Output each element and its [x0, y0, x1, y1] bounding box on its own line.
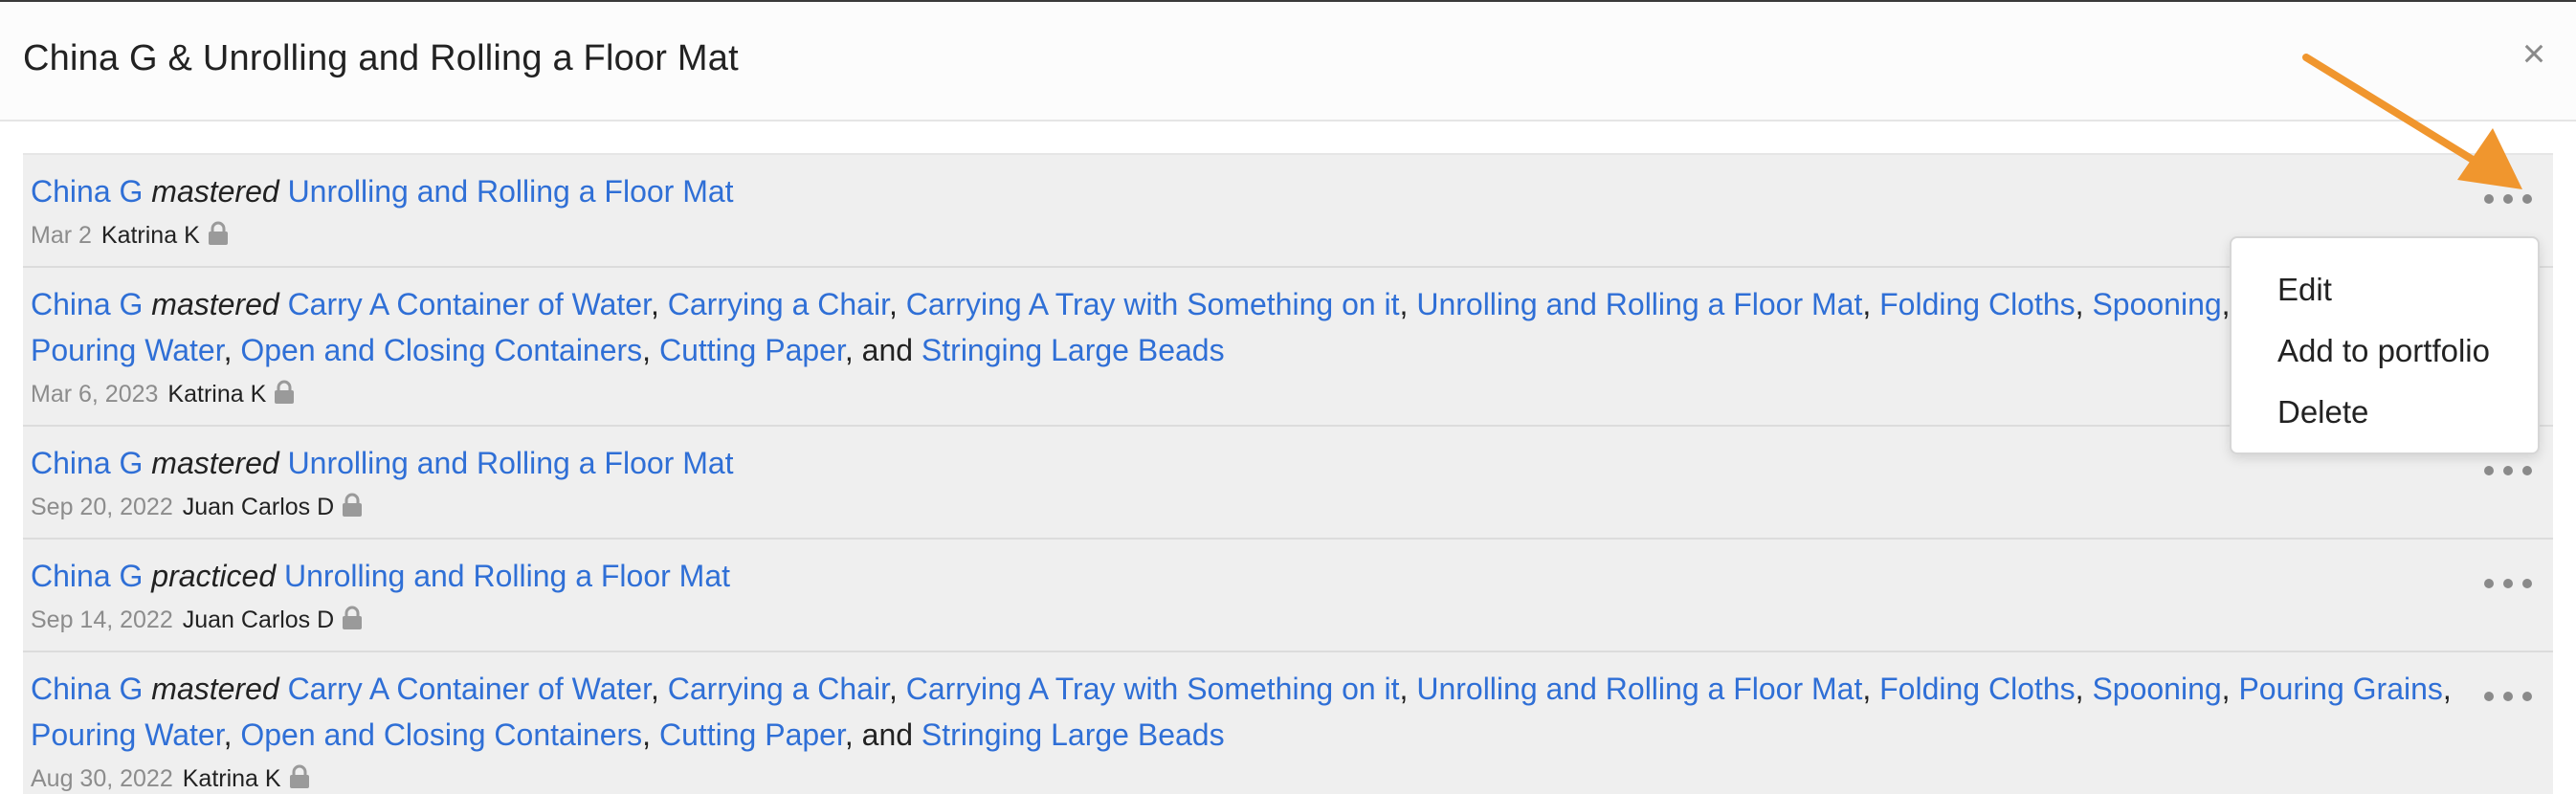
observation-date: Sep 20, 2022 [31, 494, 173, 520]
observation-meta: Sep 20, 2022 Juan Carlos D [31, 490, 2457, 524]
observation-text: China G practiced Unrolling and Rolling … [31, 553, 2457, 599]
lock-icon [343, 493, 363, 517]
observation-verb: mastered [151, 174, 279, 209]
lock-icon [343, 606, 363, 629]
observation-meta: Mar 2 Katrina K [31, 218, 2457, 253]
lesson-link[interactable]: Open and Closing Containers [240, 717, 642, 752]
lesson-link[interactable]: Spooning [2092, 287, 2221, 321]
row-actions-menu: Edit Add to portfolio Delete [2230, 236, 2540, 454]
observation-date: Mar 6, 2023 [31, 381, 159, 408]
student-link[interactable]: China G [31, 287, 143, 321]
observation-date: Mar 2 [31, 222, 92, 249]
lesson-link[interactable]: Stringing Large Beads [922, 717, 1225, 752]
lesson-link[interactable]: Pouring Grains [2238, 672, 2442, 706]
more-dot [2484, 692, 2494, 701]
observation-text: China G mastered Carry A Container of Wa… [31, 672, 2452, 752]
lesson-link[interactable]: Carry A Container of Water [288, 287, 651, 321]
observations-modal: China G & Unrolling and Rolling a Floor … [0, 2, 2576, 794]
observation-verb: mastered [151, 287, 279, 321]
observation-author: Katrina K [182, 765, 281, 792]
lock-icon [275, 380, 295, 404]
observation-author: Juan Carlos D [182, 494, 335, 520]
lesson-link[interactable]: Carrying A Tray with Something on it [906, 672, 1400, 706]
more-options-icon[interactable] [2484, 459, 2532, 482]
observation-meta: Mar 6, 2023 Katrina K [31, 377, 2457, 411]
observation-row: China G practiced Unrolling and Rolling … [23, 540, 2553, 652]
observation-text: China G mastered Carry A Container of Wa… [31, 281, 2457, 373]
lesson-link[interactable]: Carrying a Chair [668, 672, 889, 706]
lesson-link[interactable]: Unrolling and Rolling a Floor Mat [288, 446, 734, 480]
more-dot [2522, 692, 2532, 701]
lesson-link[interactable]: Carrying A Tray with Something on it [906, 287, 1400, 321]
lesson-link[interactable]: Folding Cloths [1879, 287, 2076, 321]
observation-meta: Sep 14, 2022 Juan Carlos D [31, 603, 2457, 637]
observation-meta: Aug 30, 2022 Katrina K [31, 761, 2457, 794]
more-dot [2503, 692, 2513, 701]
lesson-link[interactable]: Cutting Paper [659, 333, 845, 367]
more-dot [2484, 466, 2494, 475]
observation-date: Aug 30, 2022 [31, 765, 173, 792]
observation-row: China G mastered Unrolling and Rolling a… [23, 427, 2553, 540]
lesson-link[interactable]: Unrolling and Rolling a Floor Mat [288, 174, 734, 209]
observation-verb: mastered [151, 672, 279, 706]
observation-author: Katrina K [167, 381, 267, 408]
menu-item-delete[interactable]: Delete [2232, 382, 2538, 443]
lesson-link[interactable]: Folding Cloths [1879, 672, 2076, 706]
lesson-link[interactable]: Carrying a Chair [668, 287, 889, 321]
observation-date: Sep 14, 2022 [31, 607, 173, 633]
observation-text: China G mastered Unrolling and Rolling a… [31, 440, 2457, 486]
observation-row: China G mastered Unrolling and Rolling a… [23, 153, 2553, 268]
lesson-link[interactable]: Unrolling and Rolling a Floor Mat [284, 559, 730, 593]
more-dot [2522, 579, 2532, 588]
lesson-link[interactable]: Unrolling and Rolling a Floor Mat [1416, 287, 1862, 321]
more-dot [2503, 466, 2513, 475]
more-options-icon[interactable] [2484, 572, 2532, 595]
menu-item-add-to-portfolio[interactable]: Add to portfolio [2232, 320, 2538, 382]
list-conjunction: and [861, 333, 914, 367]
student-link[interactable]: China G [31, 174, 143, 209]
lesson-link[interactable]: Unrolling and Rolling a Floor Mat [1416, 672, 1862, 706]
lesson-link[interactable]: Stringing Large Beads [922, 333, 1225, 367]
lesson-link[interactable]: Carry A Container of Water [288, 672, 651, 706]
more-dot [2522, 466, 2532, 475]
observation-row: China G mastered Carry A Container of Wa… [23, 652, 2553, 794]
observation-verb: mastered [151, 446, 279, 480]
observation-text: China G mastered Unrolling and Rolling a… [31, 168, 2457, 214]
observation-verb: practiced [151, 559, 277, 593]
more-dot [2484, 579, 2494, 588]
observation-list: China G mastered Unrolling and Rolling a… [23, 153, 2553, 794]
annotation-arrow [2302, 54, 2522, 189]
lesson-link[interactable]: Pouring Water [31, 717, 224, 752]
student-link[interactable]: China G [31, 672, 143, 706]
student-link[interactable]: China G [31, 446, 143, 480]
list-conjunction: and [861, 717, 914, 752]
modal-title: China G & Unrolling and Rolling a Floor … [23, 38, 739, 78]
lock-icon [289, 764, 309, 788]
menu-item-edit[interactable]: Edit [2232, 259, 2538, 320]
lesson-link[interactable]: Cutting Paper [659, 717, 845, 752]
lock-icon [208, 221, 228, 245]
modal-header: China G & Unrolling and Rolling a Floor … [0, 2, 2576, 121]
more-options-icon[interactable] [2484, 685, 2532, 708]
lesson-link[interactable]: Pouring Water [31, 333, 224, 367]
lesson-link[interactable]: Spooning [2092, 672, 2221, 706]
observation-author: Juan Carlos D [182, 607, 335, 633]
observation-author: Katrina K [100, 222, 200, 249]
observation-row: China G mastered Carry A Container of Wa… [23, 268, 2553, 427]
student-link[interactable]: China G [31, 559, 143, 593]
lesson-link[interactable]: Open and Closing Containers [240, 333, 642, 367]
more-dot [2503, 579, 2513, 588]
